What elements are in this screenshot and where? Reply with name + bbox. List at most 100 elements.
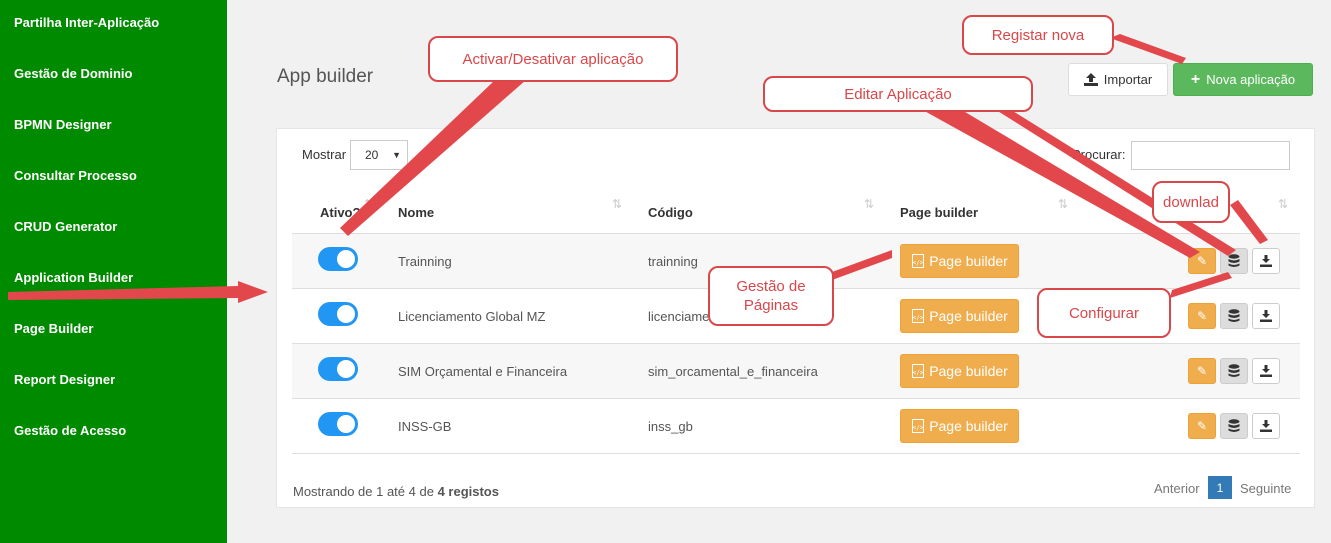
show-label: Mostrar <box>302 147 347 162</box>
upload-icon <box>1083 73 1098 86</box>
svg-text:</>: </> <box>913 315 924 322</box>
page-builder-button[interactable]: </> Page builder <box>900 409 1019 443</box>
sidebar-item-gestao-acesso[interactable]: Gestão de Acesso <box>14 423 126 438</box>
column-active[interactable]: Ativo? <box>320 205 360 220</box>
pagination-page[interactable]: 1 <box>1208 476 1232 499</box>
download-icon <box>1260 310 1272 322</box>
download-button[interactable] <box>1252 413 1280 439</box>
column-name[interactable]: Nome <box>398 205 434 220</box>
page-builder-button[interactable]: </> Page builder <box>900 299 1019 333</box>
callout-register: Registar nova <box>962 15 1114 55</box>
callout-download: downlad <box>1152 181 1230 223</box>
active-toggle[interactable] <box>318 357 358 381</box>
callout-pages: Gestão de Páginas <box>708 266 834 326</box>
sidebar-item-consultar-processo[interactable]: Consultar Processo <box>14 168 137 183</box>
arrow-register <box>1110 34 1186 64</box>
sidebar: Partilha Inter-Aplicação Gestão de Domin… <box>0 0 227 543</box>
sort-icon[interactable]: ⇅ <box>612 197 622 211</box>
download-button[interactable] <box>1252 248 1280 274</box>
code-file-icon: </> <box>912 364 925 378</box>
code-file-icon: </> <box>912 309 925 323</box>
sort-icon[interactable]: ⇅ <box>364 197 374 211</box>
database-icon <box>1228 309 1240 322</box>
row-code: sim_orcamental_e_financeira <box>648 364 818 379</box>
pagination-next[interactable]: Seguinte <box>1240 481 1291 496</box>
edit-button[interactable]: ✎ <box>1188 248 1216 274</box>
page-builder-label: Page builder <box>929 418 1008 434</box>
callout-edit: Editar Aplicação <box>763 76 1033 112</box>
code-file-icon: </> <box>912 254 925 268</box>
table-info-count: 4 registos <box>437 484 499 499</box>
pencil-icon: ✎ <box>1196 254 1208 268</box>
sidebar-item-page-builder[interactable]: Page Builder <box>14 321 93 336</box>
configure-button[interactable] <box>1220 248 1248 274</box>
active-toggle[interactable] <box>318 412 358 436</box>
sidebar-item-gestao-dominio[interactable]: Gestão de Dominio <box>14 66 132 81</box>
column-page-builder[interactable]: Page builder <box>900 205 978 220</box>
table-header <box>292 184 1300 234</box>
configure-button[interactable] <box>1220 413 1248 439</box>
code-file-icon: </> <box>912 419 925 433</box>
page-builder-button[interactable]: </> Page builder <box>900 244 1019 278</box>
edit-button[interactable]: ✎ <box>1188 413 1216 439</box>
edit-button[interactable]: ✎ <box>1188 303 1216 329</box>
page-builder-button[interactable]: </> Page builder <box>900 354 1019 388</box>
database-icon <box>1228 254 1240 267</box>
column-code[interactable]: Código <box>648 205 693 220</box>
row-code: trainning <box>648 254 698 269</box>
search-label: Procurar: <box>1072 147 1126 162</box>
toggle-knob <box>337 250 355 268</box>
page-builder-label: Page builder <box>929 308 1008 324</box>
database-icon <box>1228 419 1240 432</box>
svg-text:</>: </> <box>913 425 924 432</box>
callout-activate: Activar/Desativar aplicação <box>428 36 678 82</box>
plus-icon: + <box>1190 70 1201 88</box>
sort-icon[interactable]: ⇅ <box>1058 197 1068 211</box>
import-button[interactable]: Importar <box>1068 63 1168 96</box>
page-title: App builder <box>277 66 374 87</box>
caret-down-icon: ▼ <box>392 150 401 160</box>
row-name: Licenciamento Global MZ <box>398 309 546 324</box>
svg-text:</>: </> <box>913 370 924 377</box>
page-size-value: 20 <box>365 148 379 162</box>
download-button[interactable] <box>1252 303 1280 329</box>
sort-icon[interactable]: ⇅ <box>864 197 874 211</box>
toggle-knob <box>337 305 355 323</box>
sort-icon[interactable]: ⇅ <box>1278 197 1288 211</box>
row-name: SIM Orçamental e Financeira <box>398 364 568 379</box>
page-builder-label: Page builder <box>929 253 1008 269</box>
row-code: inss_gb <box>648 419 693 434</box>
new-application-button[interactable]: + Nova aplicação <box>1173 63 1313 96</box>
row-name: Trainning <box>398 254 452 269</box>
row-code: licenciame <box>648 309 710 324</box>
pencil-icon: ✎ <box>1196 309 1208 323</box>
active-toggle[interactable] <box>318 247 358 271</box>
page-size-select[interactable]: 20 ▼ <box>350 140 408 170</box>
table-info-prefix: Mostrando de 1 até 4 de <box>293 484 434 499</box>
row-name: INSS-GB <box>398 419 452 434</box>
configure-button[interactable] <box>1220 358 1248 384</box>
search-input[interactable] <box>1131 141 1290 170</box>
callout-configure: Configurar <box>1037 288 1171 338</box>
sidebar-item-partilha[interactable]: Partilha Inter-Aplicação <box>14 15 159 30</box>
import-label: Importar <box>1103 72 1153 87</box>
active-toggle[interactable] <box>318 302 358 326</box>
table-info: Mostrando de 1 até 4 de 4 registos <box>293 484 499 499</box>
sidebar-item-bpmn-designer[interactable]: BPMN Designer <box>14 117 112 132</box>
download-icon <box>1260 365 1272 377</box>
sidebar-item-application-builder[interactable]: Application Builder <box>14 270 133 285</box>
pencil-icon: ✎ <box>1196 419 1208 433</box>
download-button[interactable] <box>1252 358 1280 384</box>
toggle-knob <box>337 360 355 378</box>
sidebar-item-crud-generator[interactable]: CRUD Generator <box>14 219 117 234</box>
edit-button[interactable]: ✎ <box>1188 358 1216 384</box>
download-icon <box>1260 255 1272 267</box>
configure-button[interactable] <box>1220 303 1248 329</box>
svg-text:</>: </> <box>913 260 924 267</box>
page-builder-label: Page builder <box>929 363 1008 379</box>
database-icon <box>1228 364 1240 377</box>
sidebar-item-report-designer[interactable]: Report Designer <box>14 372 115 387</box>
pagination-previous[interactable]: Anterior <box>1154 481 1200 496</box>
pencil-icon: ✎ <box>1196 364 1208 378</box>
new-application-label: Nova aplicação <box>1206 72 1296 87</box>
